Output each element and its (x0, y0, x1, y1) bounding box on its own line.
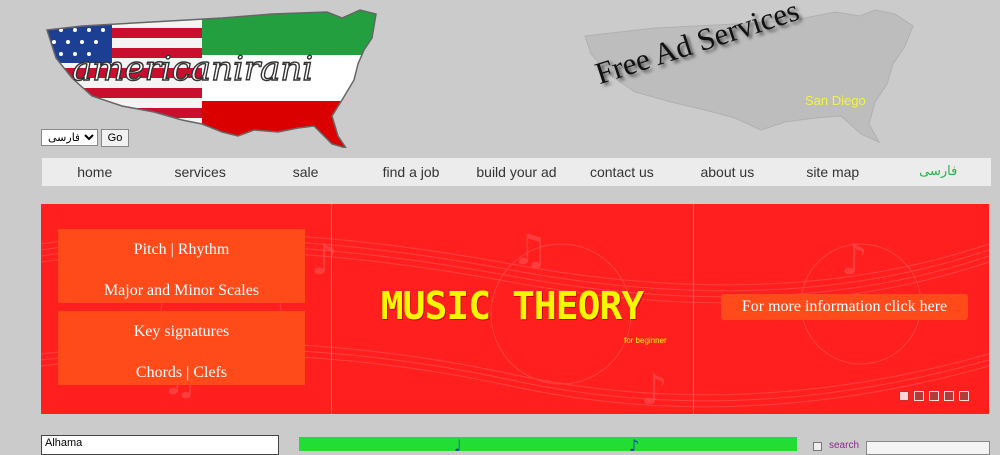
secondary-banner[interactable]: ♩ ♪ (299, 437, 797, 451)
banner-title: MUSIC THEORY (380, 284, 645, 328)
search-label: search (829, 440, 860, 451)
banner-link-chords-clefs[interactable]: Chords | Clefs (58, 352, 305, 393)
nav-item-site-map[interactable]: site map (780, 158, 885, 186)
banner-menu-group: Key signatures Chords | Clefs (58, 311, 305, 385)
logo-text: americanirani (72, 49, 313, 89)
site-logo[interactable]: americanirani (42, 8, 390, 148)
banner-divider (693, 204, 694, 414)
music-notes-icon: ♩ ♪ (454, 437, 639, 451)
city-list-item[interactable]: Alhama (45, 437, 82, 449)
nav-item-about-us[interactable]: about us (675, 158, 780, 186)
more-info-button[interactable]: For more information click here (721, 294, 968, 320)
slider-dot[interactable] (944, 391, 954, 401)
nav-item-farsi[interactable]: فارسی (886, 158, 991, 186)
nav-item-build-your-ad[interactable]: build your ad (464, 158, 569, 186)
banner-link-pitch-rhythm[interactable]: Pitch | Rhythm (58, 229, 305, 270)
svg-text:♪: ♪ (641, 365, 668, 414)
svg-text:♩: ♩ (454, 437, 462, 451)
search-checkbox[interactable] (813, 442, 822, 451)
search-input[interactable] (866, 441, 990, 455)
svg-text:♫: ♫ (511, 225, 549, 274)
nav-item-contact-us[interactable]: contact us (569, 158, 674, 186)
nav-item-home[interactable]: home (42, 158, 147, 186)
banner-divider (331, 204, 332, 414)
promo-city-label: San Diego (805, 93, 866, 108)
go-button[interactable]: Go (101, 129, 129, 147)
language-select[interactable]: فارسی (41, 129, 98, 146)
svg-text:♪: ♪ (841, 235, 868, 284)
banner-menu-group: Pitch | Rhythm Major and Minor Scales (58, 229, 305, 303)
slider-dot[interactable] (959, 391, 969, 401)
main-nav: home services sale find a job build your… (42, 158, 991, 186)
banner-link-scales[interactable]: Major and Minor Scales (58, 270, 305, 311)
slider-dot[interactable] (914, 391, 924, 401)
banner-link-key-signatures[interactable]: Key signatures (58, 311, 305, 352)
nav-item-sale[interactable]: sale (253, 158, 358, 186)
svg-text:♪: ♪ (311, 235, 338, 284)
slider-dot[interactable] (929, 391, 939, 401)
svg-text:♪: ♪ (629, 437, 639, 451)
city-list[interactable]: Alhama (41, 435, 279, 455)
banner-subtitle: for beginner (624, 336, 667, 345)
hero-banner: ♪♫♪ ♫♪ Pitch | Rhythm Major and Minor Sc… (41, 204, 989, 414)
slider-dot[interactable] (899, 391, 909, 401)
nav-item-find-a-job[interactable]: find a job (358, 158, 463, 186)
slider-dots (899, 391, 969, 401)
nav-item-services[interactable]: services (147, 158, 252, 186)
